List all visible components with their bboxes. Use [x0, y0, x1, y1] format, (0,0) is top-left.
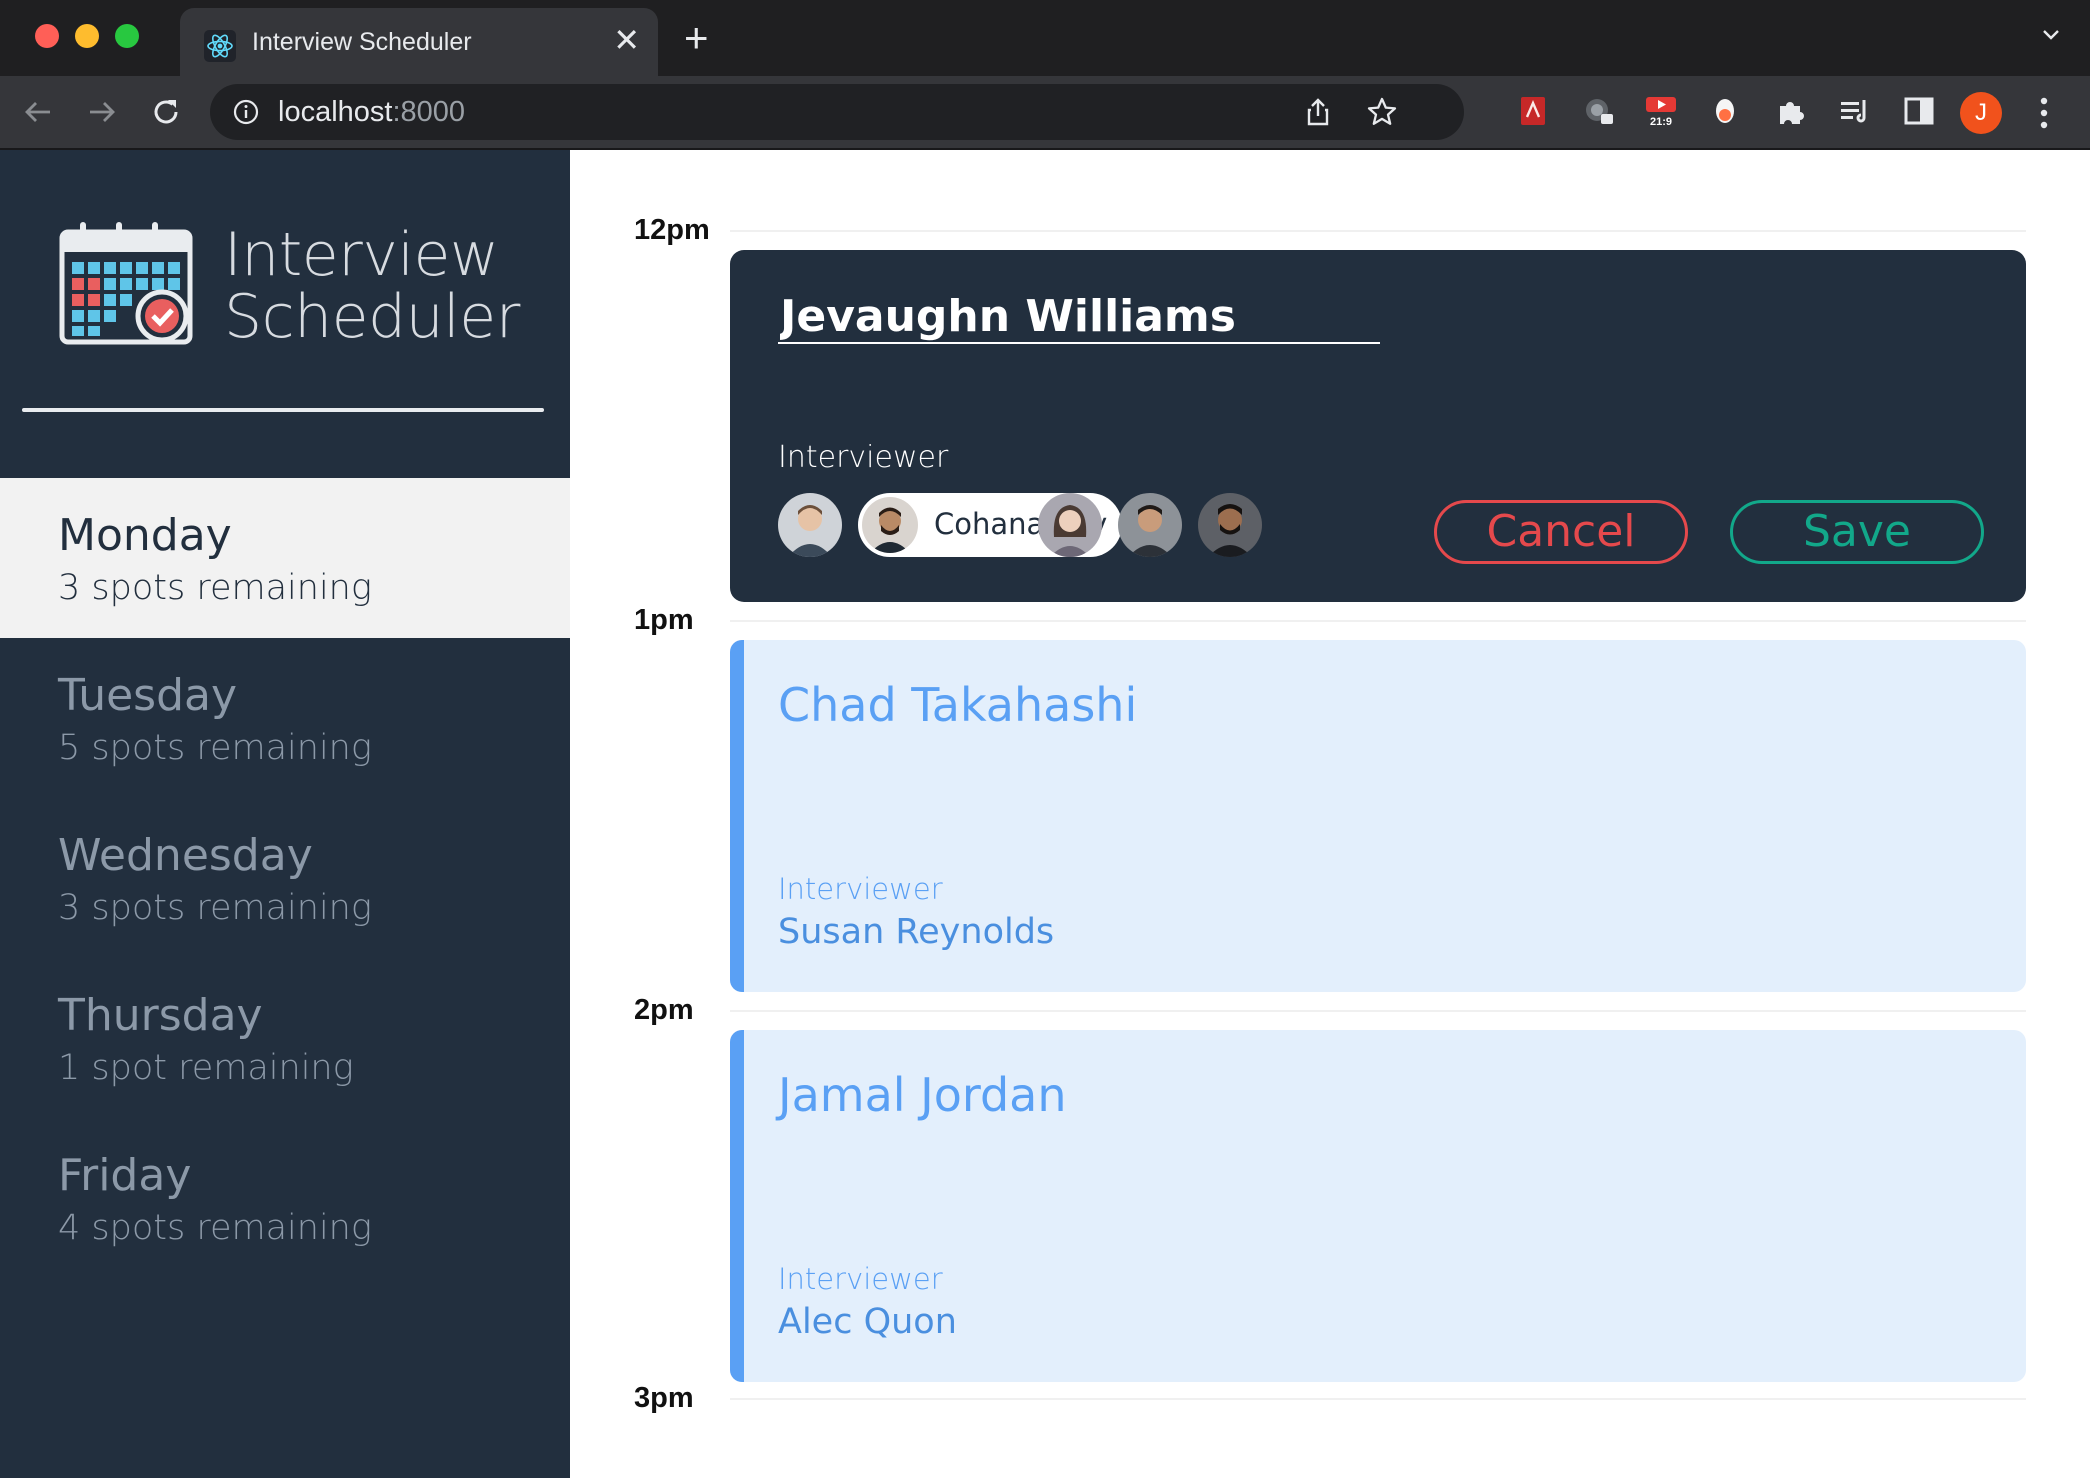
day-item-friday[interactable]: Friday 4 spots remaining [0, 1118, 570, 1278]
hour-divider [730, 1398, 2026, 1400]
logo-line-2: Scheduler [224, 282, 520, 352]
appointment-form: Interviewer Cohana Roy [730, 250, 2026, 602]
hour-divider [730, 230, 2026, 232]
person-avatar-icon [778, 493, 842, 557]
day-spots: 3 spots remaining [58, 888, 372, 928]
back-arrow-icon[interactable] [20, 94, 56, 130]
person-avatar-icon [862, 497, 918, 553]
day-name: Thursday [58, 990, 263, 1041]
profile-avatar[interactable]: J [1960, 92, 2002, 134]
person-avatar-icon [1198, 493, 1262, 557]
day-spots: 4 spots remaining [58, 1208, 372, 1248]
interviewer-avatar[interactable] [778, 493, 842, 557]
reading-list-icon[interactable] [1838, 94, 1872, 128]
interviewer-avatar[interactable] [1118, 493, 1182, 557]
sidepanel-icon[interactable] [1902, 94, 1936, 128]
interviewer-avatar [862, 497, 918, 553]
tab-title: Interview Scheduler [252, 28, 472, 56]
interviewer-avatar[interactable] [1198, 493, 1262, 557]
share-icon[interactable] [1302, 96, 1334, 128]
hour-label-2pm: 2pm [634, 994, 694, 1026]
hour-divider [730, 1010, 2026, 1012]
day-name: Friday [58, 1150, 192, 1201]
browser-tab[interactable]: Interview Scheduler ✕ [180, 8, 658, 76]
chevron-down-icon[interactable] [2042, 26, 2060, 44]
cancel-button[interactable]: Cancel [1434, 500, 1688, 564]
appointment-accent-bar [730, 1030, 744, 1382]
interviewer-label: Interviewer [778, 440, 949, 475]
person-avatar-icon [1038, 493, 1102, 557]
sidebar-divider [22, 408, 544, 412]
day-spots: 1 spot remaining [58, 1048, 354, 1088]
day-name: Monday [58, 510, 232, 561]
pdf-extension-icon[interactable] [1516, 94, 1550, 128]
day-name: Wednesday [58, 830, 313, 881]
appointment-student: Chad Takahashi [778, 678, 1138, 732]
hour-label-1pm: 1pm [634, 604, 694, 636]
bookmark-star-icon[interactable] [1366, 96, 1398, 128]
appointment-card[interactable]: Chad Takahashi Interviewer Susan Reynold… [730, 640, 2026, 992]
day-item-tuesday[interactable]: Tuesday 5 spots remaining [0, 638, 570, 798]
day-item-thursday[interactable]: Thursday 1 spot remaining [0, 958, 570, 1118]
more-options-icon[interactable] [2038, 95, 2050, 131]
url-host: localhost [278, 96, 393, 128]
logo-line-1: Interview [224, 220, 499, 290]
minimize-window-button[interactable] [75, 24, 99, 48]
calendar-logo-icon [59, 222, 193, 345]
appointment-interviewer: Susan Reynolds [778, 912, 1055, 952]
hour-label-3pm: 3pm [634, 1382, 694, 1414]
aspect-ratio-extension-icon[interactable]: 21:9 [1644, 94, 1678, 128]
appointment-interviewer: Alec Quon [778, 1302, 957, 1342]
appointment-accent-bar [730, 640, 744, 992]
day-spots: 5 spots remaining [58, 728, 372, 768]
reload-icon[interactable] [148, 94, 184, 130]
save-button[interactable]: Save [1730, 500, 1984, 564]
url-port: :8000 [392, 96, 466, 128]
appointment-interviewer-label: Interviewer [778, 872, 943, 906]
forward-arrow-icon[interactable] [84, 94, 120, 130]
close-tab-icon[interactable]: ✕ [613, 22, 640, 58]
appointment-student: Jamal Jordan [778, 1068, 1067, 1122]
hour-label-12pm: 12pm [634, 214, 710, 246]
egg-extension-icon[interactable] [1708, 94, 1742, 128]
browser-tab-bar: Interview Scheduler ✕ + [0, 0, 2090, 76]
appointment-interviewer-label: Interviewer [778, 1262, 943, 1296]
day-name: Tuesday [58, 670, 238, 721]
puzzle-extensions-icon[interactable] [1774, 94, 1808, 128]
student-name-input[interactable] [778, 290, 1380, 344]
schedule: 12pm Interviewer Coha [570, 150, 2090, 1478]
interviewer-avatar[interactable] [1038, 493, 1102, 557]
day-item-monday[interactable]: Monday 3 spots remaining [0, 478, 570, 638]
day-spots: 3 spots remaining [58, 568, 372, 608]
extension-badge: 21:9 [1650, 116, 1672, 128]
sidebar: Interview Scheduler Monday 3 spots remai… [0, 150, 570, 1478]
url-text: localhost:8000 [278, 96, 465, 129]
tab-cast-extension-icon[interactable] [1582, 94, 1616, 128]
address-bar[interactable]: localhost:8000 [210, 84, 1464, 140]
day-item-wednesday[interactable]: Wednesday 3 spots remaining [0, 798, 570, 958]
new-tab-button[interactable]: + [684, 17, 709, 59]
person-avatar-icon [1118, 493, 1182, 557]
info-icon[interactable] [232, 98, 260, 126]
hour-divider [730, 620, 2026, 622]
appointment-card[interactable]: Jamal Jordan Interviewer Alec Quon [730, 1030, 2026, 1382]
react-icon [204, 30, 236, 62]
close-window-button[interactable] [35, 24, 59, 48]
maximize-window-button[interactable] [115, 24, 139, 48]
app-logo-text: Interview Scheduler [224, 224, 520, 348]
